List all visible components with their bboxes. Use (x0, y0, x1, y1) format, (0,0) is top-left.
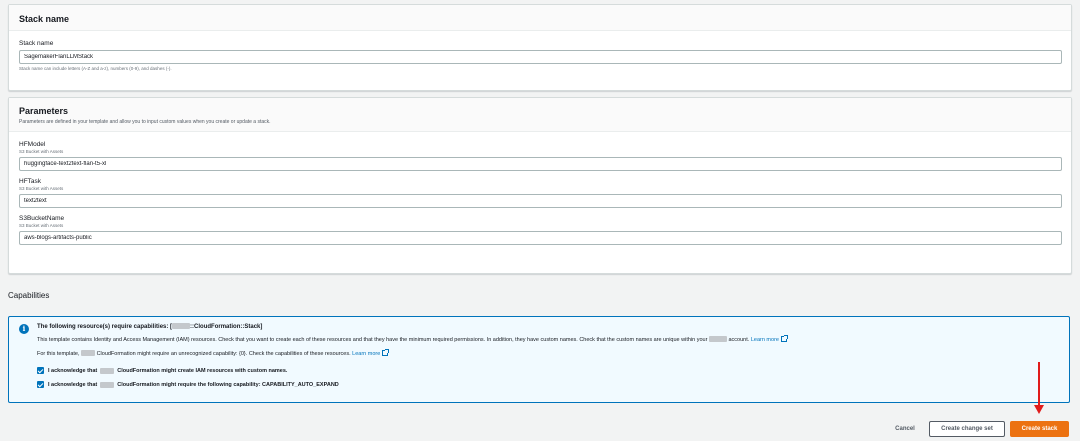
param-description: S3 Bucket with Assets (19, 223, 64, 228)
external-link-icon (382, 349, 390, 356)
param-label: HFTask (19, 178, 42, 185)
cancel-button[interactable]: Cancel (888, 421, 922, 437)
alert-body-text-end: account. (728, 337, 750, 343)
parameters-header: Parameters Parameters are defined in you… (9, 98, 1071, 132)
redacted-text (81, 350, 96, 356)
redacted-text (100, 381, 115, 388)
stack-name-header: Stack name (9, 5, 1071, 31)
alert-body-2: For this template, CloudFormation might … (37, 349, 1059, 358)
external-link-icon (780, 335, 788, 342)
learn-more-link-2[interactable]: Learn more (352, 351, 380, 357)
param-hfmodel: HFModel S3 Bucket with Assets (19, 141, 1062, 171)
hfmodel-input[interactable] (19, 157, 1062, 171)
stack-name-title: Stack name (19, 14, 70, 24)
capabilities-title: Capabilities (8, 291, 50, 300)
redacted-text (100, 367, 115, 374)
alert-body2-text: CloudFormation might require an unrecogn… (96, 351, 351, 357)
param-label: S3BucketName (19, 215, 65, 222)
stack-name-hint: Stack name can include letters (A-Z and … (19, 66, 172, 71)
redacted-text (708, 336, 727, 342)
ack-iam-text: CloudFormation might create IAM resource… (117, 367, 288, 374)
parameters-panel: Parameters Parameters are defined in you… (8, 97, 1072, 274)
alert-body-text: This template contains Identity and Acce… (37, 337, 708, 343)
redacted-text (172, 323, 191, 329)
checkbox-checked[interactable] (37, 381, 44, 388)
parameters-title: Parameters (19, 106, 69, 116)
alert-title-suffix: ::CloudFormation::Stack] (190, 324, 263, 330)
stack-name-panel: Stack name Stack name Stack name can inc… (8, 4, 1072, 91)
hftask-input[interactable] (19, 194, 1062, 208)
ack-iam-checkbox-row[interactable]: I acknowledge that CloudFormation might … (37, 367, 1059, 374)
stack-name-body: Stack name Stack name can include letter… (9, 31, 1071, 79)
ack-auto-expand-checkbox-row[interactable]: I acknowledge that CloudFormation might … (37, 381, 1059, 388)
param-description: S3 Bucket with Assets (19, 186, 64, 191)
create-stack-button[interactable]: Create stack (1010, 421, 1069, 437)
alert-body: This template contains Identity and Acce… (37, 335, 1059, 344)
ack-auto-expand-text: CloudFormation might require the followi… (117, 381, 339, 388)
create-change-set-button[interactable]: Create change set (929, 421, 1005, 437)
alert-body2-prefix: For this template, (37, 351, 80, 357)
stack-name-input[interactable] (19, 50, 1062, 64)
learn-more-link[interactable]: Learn more (751, 337, 779, 343)
alert-title: The following resource(s) require capabi… (37, 323, 1059, 331)
s3bucketname-input[interactable] (19, 231, 1062, 245)
ack-prefix: I acknowledge that (48, 367, 98, 374)
param-hftask: HFTask S3 Bucket with Assets (19, 178, 1062, 208)
param-description: S3 Bucket with Assets (19, 149, 64, 154)
param-label: HFModel (19, 141, 46, 148)
alert-title-prefix: The following resource(s) require capabi… (37, 324, 173, 330)
checkbox-checked[interactable] (37, 367, 44, 374)
stack-name-label: Stack name (19, 40, 54, 47)
capabilities-alert: i The following resource(s) require capa… (8, 316, 1070, 403)
parameters-body: HFModel S3 Bucket with Assets HFTask S3 … (9, 132, 1071, 260)
parameters-description: Parameters are defined in your template … (19, 119, 271, 125)
ack-prefix: I acknowledge that (48, 381, 98, 388)
info-icon: i (19, 324, 29, 334)
annotation-arrow-head (1034, 405, 1044, 414)
annotation-arrow-shaft (1038, 362, 1040, 408)
param-s3bucketname: S3BucketName S3 Bucket with Assets (19, 215, 1062, 245)
